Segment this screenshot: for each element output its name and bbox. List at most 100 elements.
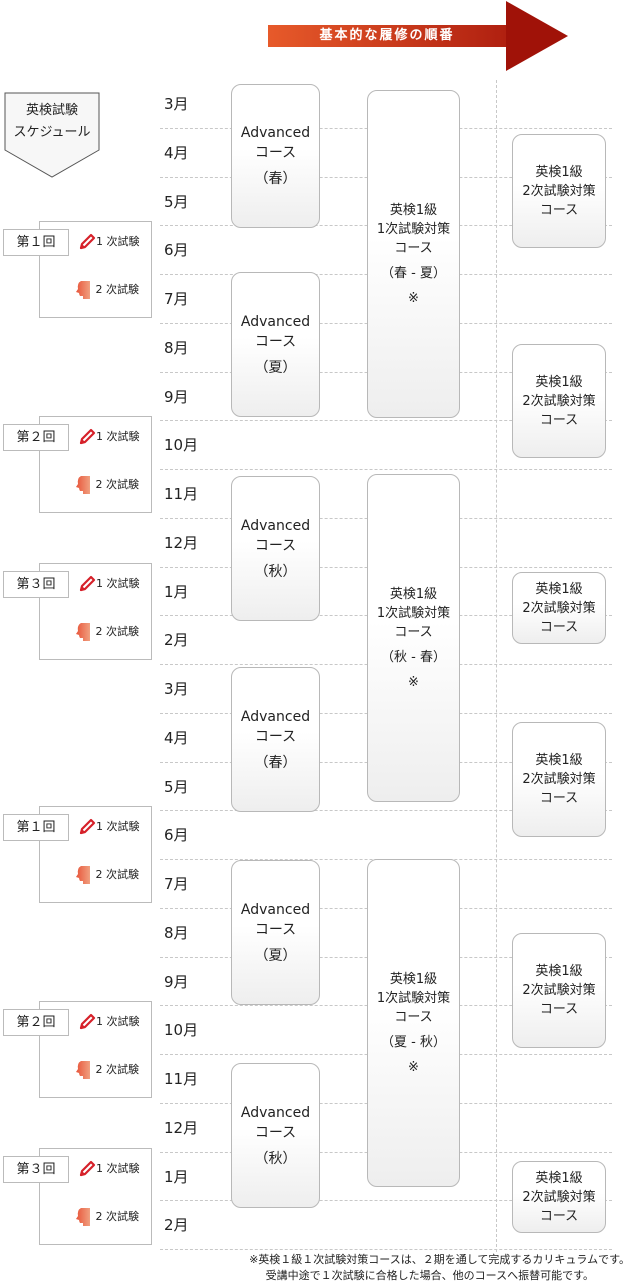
pencil-icon xyxy=(78,818,96,836)
first-exam-label: 1 次試験 xyxy=(96,1015,140,1028)
first-exam-label: 1 次試験 xyxy=(96,577,140,590)
course-line3: コース xyxy=(394,240,433,256)
second-exam-label: 2 次試験 xyxy=(95,1063,140,1076)
first-exam-item: 1 次試験 xyxy=(78,1159,150,1179)
course-line3: コース xyxy=(539,619,579,635)
schedule-label-line2: スケジュール xyxy=(13,125,91,140)
course-title: Advanced xyxy=(240,313,311,330)
second-exam-course-box[interactable]: 英検1級 2次試験対策 コース xyxy=(512,344,606,458)
month-label: 3月 xyxy=(164,680,189,698)
course-season: （夏） xyxy=(254,947,297,964)
month-label: 10月 xyxy=(164,1021,199,1040)
pencil-icon xyxy=(78,428,96,446)
course-line3: コース xyxy=(539,1002,579,1017)
second-exam-item: 2 次試験 xyxy=(72,622,144,642)
first-exam-item: 1 次試験 xyxy=(78,427,150,447)
month-label: 7月 xyxy=(164,290,189,308)
course-line2: 2次試験対策 xyxy=(522,1189,596,1205)
first-exam-course-box[interactable]: 英検1級 1次試験対策 コース （春 - 夏） ※ xyxy=(367,90,460,418)
second-exam-course-box[interactable]: 英検1級 2次試験対策 コース xyxy=(512,134,606,248)
course-period: （夏 - 秋） xyxy=(381,1034,446,1050)
month-label: 8月 xyxy=(164,923,189,942)
course-period: （秋 - 春） xyxy=(381,649,446,665)
course-subtitle: コース xyxy=(254,921,297,938)
exam-round-label: 第２回 xyxy=(3,1009,69,1036)
second-exam-item: 2 次試験 xyxy=(72,475,144,495)
month-label: 6月 xyxy=(164,826,189,845)
course-subtitle: コース xyxy=(254,145,297,161)
course-title: Advanced xyxy=(240,1104,311,1121)
course-line2: 1次試験対策 xyxy=(376,990,451,1006)
exam-round-label: 第１回 xyxy=(3,814,69,841)
advanced-course-box[interactable]: Advanced コース （秋） xyxy=(231,476,320,621)
advanced-course-box[interactable]: Advanced コース （夏） xyxy=(231,860,320,1005)
first-exam-course-box[interactable]: 英検1級 1次試験対策 コース （夏 - 秋） ※ xyxy=(367,859,460,1187)
course-line1: 英検1級 xyxy=(389,586,438,602)
month-label: 6月 xyxy=(164,241,189,260)
second-exam-label: 2 次試験 xyxy=(95,868,140,881)
pencil-icon xyxy=(78,1013,96,1031)
month-label: 9月 xyxy=(164,972,189,991)
speaking-head-icon xyxy=(72,1060,92,1080)
course-line2: 1次試験対策 xyxy=(376,605,451,621)
month-label: 12月 xyxy=(164,1118,199,1137)
advanced-course-box[interactable]: Advanced コース （春） xyxy=(231,84,320,228)
exam-round-label: 第３回 xyxy=(3,571,69,598)
course-subtitle: コース xyxy=(254,1124,297,1141)
second-exam-course-box[interactable]: 英検1級 2次試験対策 コース xyxy=(512,1161,606,1233)
advanced-course-box[interactable]: Advanced コース （春） xyxy=(231,667,320,812)
course-season: （夏） xyxy=(254,359,297,376)
footnote: ※英検１級１次試験対策コースは、２期を通して完成するカリキュラムです。 受講中途… xyxy=(200,1252,630,1284)
month-label: 2月 xyxy=(164,631,189,650)
second-exam-course-box[interactable]: 英検1級 2次試験対策 コース xyxy=(512,722,606,837)
footnote-line1: ※英検１級１次試験対策コースは、２期を通して完成するカリキュラムです。 xyxy=(249,1253,630,1266)
month-label: 7月 xyxy=(164,875,189,893)
course-season: （春） xyxy=(254,754,297,771)
course-line3: コース xyxy=(394,624,433,640)
exam-round-label: 第１回 xyxy=(3,229,69,256)
course-line1: 英検1級 xyxy=(535,581,583,597)
month-label: 9月 xyxy=(164,387,189,406)
month-label: 10月 xyxy=(164,436,199,455)
course-line3: コース xyxy=(539,202,579,218)
second-exam-course-box[interactable]: 英検1級 2次試験対策 コース xyxy=(512,572,606,644)
first-exam-item: 1 次試験 xyxy=(78,817,150,837)
month-label: 4月 xyxy=(164,143,189,162)
month-label: 11月 xyxy=(164,485,199,503)
month-label: 3月 xyxy=(164,95,189,113)
course-title: Advanced xyxy=(240,708,311,725)
advanced-course-box[interactable]: Advanced コース （秋） xyxy=(231,1063,320,1208)
second-exam-label: 2 次試験 xyxy=(95,625,140,638)
schedule-label: 英検試験 スケジュール xyxy=(4,100,100,144)
advanced-course-box[interactable]: Advanced コース （夏） xyxy=(231,272,320,417)
month-label: 1月 xyxy=(164,1167,189,1186)
first-exam-label: 1 次試験 xyxy=(96,235,140,248)
order-arrow-head xyxy=(506,1,568,71)
month-divider xyxy=(160,469,612,470)
first-exam-label: 1 次試験 xyxy=(96,1162,140,1175)
course-subtitle: コース xyxy=(254,537,297,554)
course-line2: 2次試験対策 xyxy=(522,393,596,409)
order-arrow-label: 基本的な履修の順番 xyxy=(319,28,455,43)
second-exam-course-box[interactable]: 英検1級 2次試験対策 コース xyxy=(512,933,606,1048)
course-line1: 英検1級 xyxy=(535,164,583,180)
month-label: 5月 xyxy=(164,777,189,796)
pencil-icon xyxy=(78,575,96,593)
course-season: （秋） xyxy=(254,563,297,580)
second-exam-label: 2 次試験 xyxy=(95,478,140,491)
course-line1: 英検1級 xyxy=(535,753,583,768)
first-exam-label: 1 次試験 xyxy=(96,430,140,443)
month-divider xyxy=(160,1249,612,1250)
second-exam-label: 2 次試験 xyxy=(95,1210,140,1223)
course-line1: 英検1級 xyxy=(389,202,438,218)
first-exam-course-box[interactable]: 英検1級 1次試験対策 コース （秋 - 春） ※ xyxy=(367,474,460,802)
course-line1: 英検1級 xyxy=(389,971,438,987)
month-label: 5月 xyxy=(164,192,189,211)
speaking-head-icon xyxy=(72,622,92,642)
second-exam-item: 2 次試験 xyxy=(72,1060,144,1080)
speaking-head-icon xyxy=(72,280,92,300)
course-season: （春） xyxy=(254,171,297,187)
second-exam-item: 2 次試験 xyxy=(72,280,144,300)
course-title: Advanced xyxy=(240,517,311,534)
pencil-icon xyxy=(78,233,96,251)
